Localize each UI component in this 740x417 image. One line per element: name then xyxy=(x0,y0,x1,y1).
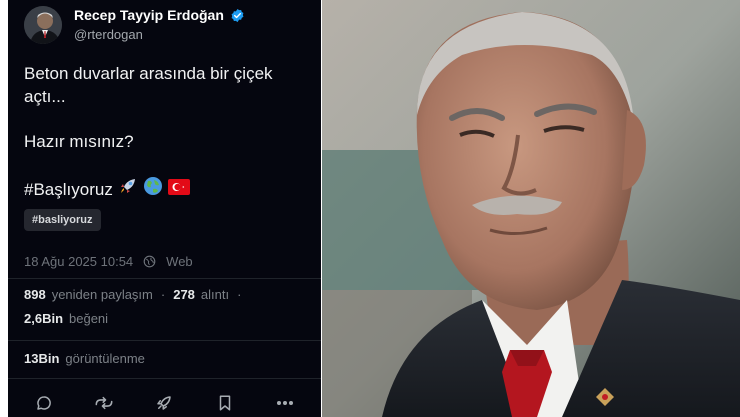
turkey-flag-emoji xyxy=(167,178,190,201)
more-icon[interactable] xyxy=(274,392,296,414)
tweet-hashtag-line: #Başlıyoruz xyxy=(24,176,314,202)
tweet-source: Web xyxy=(166,254,193,269)
author-name[interactable]: Recep Tayyip Erdoğan xyxy=(74,7,224,23)
divider xyxy=(8,278,321,279)
stats-separator: · xyxy=(160,287,166,302)
author-names: Recep Tayyip Erdoğan @rterdogan xyxy=(74,7,245,42)
reposts-count[interactable]: 898 xyxy=(24,287,46,302)
views-label: görüntülenme xyxy=(65,351,145,366)
hashtag-chip[interactable]: #basliyoruz xyxy=(24,209,101,231)
tweet-hashtag[interactable]: #Başlıyoruz xyxy=(24,178,113,201)
portrait-image xyxy=(322,0,740,417)
bookmark-icon[interactable] xyxy=(214,392,236,414)
verified-badge-icon xyxy=(230,8,245,23)
avatar-image xyxy=(24,6,62,44)
tweet-text-line2: Hazır mısınız? xyxy=(24,132,134,151)
tweet-card: Recep Tayyip Erdoğan @rterdogan Beton du… xyxy=(8,0,321,417)
repost-icon[interactable] xyxy=(93,392,115,414)
boost-rocket-icon[interactable] xyxy=(153,392,175,414)
tweet-header: Recep Tayyip Erdoğan @rterdogan xyxy=(24,6,245,46)
tweet-timestamp[interactable]: 18 Ağu 2025 10:54 xyxy=(24,254,133,269)
author-avatar[interactable] xyxy=(24,6,62,44)
reposts-label[interactable]: yeniden paylaşım xyxy=(52,287,153,302)
quotes-label[interactable]: alıntı xyxy=(201,287,229,302)
stats-row-1: 898 yeniden paylaşım · 278 alıntı · xyxy=(24,287,249,302)
quotes-count[interactable]: 278 xyxy=(173,287,195,302)
stats-row-views: 13Bin görüntülenme xyxy=(24,351,145,366)
stats-row-2: 2,6Bin beğeni xyxy=(24,311,108,326)
divider xyxy=(8,378,321,379)
views-count: 13Bin xyxy=(24,351,60,366)
author-handle[interactable]: @rterdogan xyxy=(74,27,245,42)
earth-globe-emoji xyxy=(143,176,163,202)
tweet-meta: 18 Ağu 2025 10:54 Web xyxy=(24,254,193,269)
tweet-actions xyxy=(8,388,321,417)
stats-separator: · xyxy=(237,287,242,302)
portrait-photo xyxy=(322,0,740,417)
globe-icon xyxy=(143,255,156,268)
rocket-emoji xyxy=(118,176,138,202)
likes-count[interactable]: 2,6Bin xyxy=(24,311,63,326)
tweet-text: Beton duvarlar arasında bir çiçek açtı..… xyxy=(24,62,314,202)
likes-label[interactable]: beğeni xyxy=(69,311,108,326)
tweet-text-line1: Beton duvarlar arasında bir çiçek açtı..… xyxy=(24,64,273,106)
reply-icon[interactable] xyxy=(33,392,55,414)
divider xyxy=(8,340,321,341)
